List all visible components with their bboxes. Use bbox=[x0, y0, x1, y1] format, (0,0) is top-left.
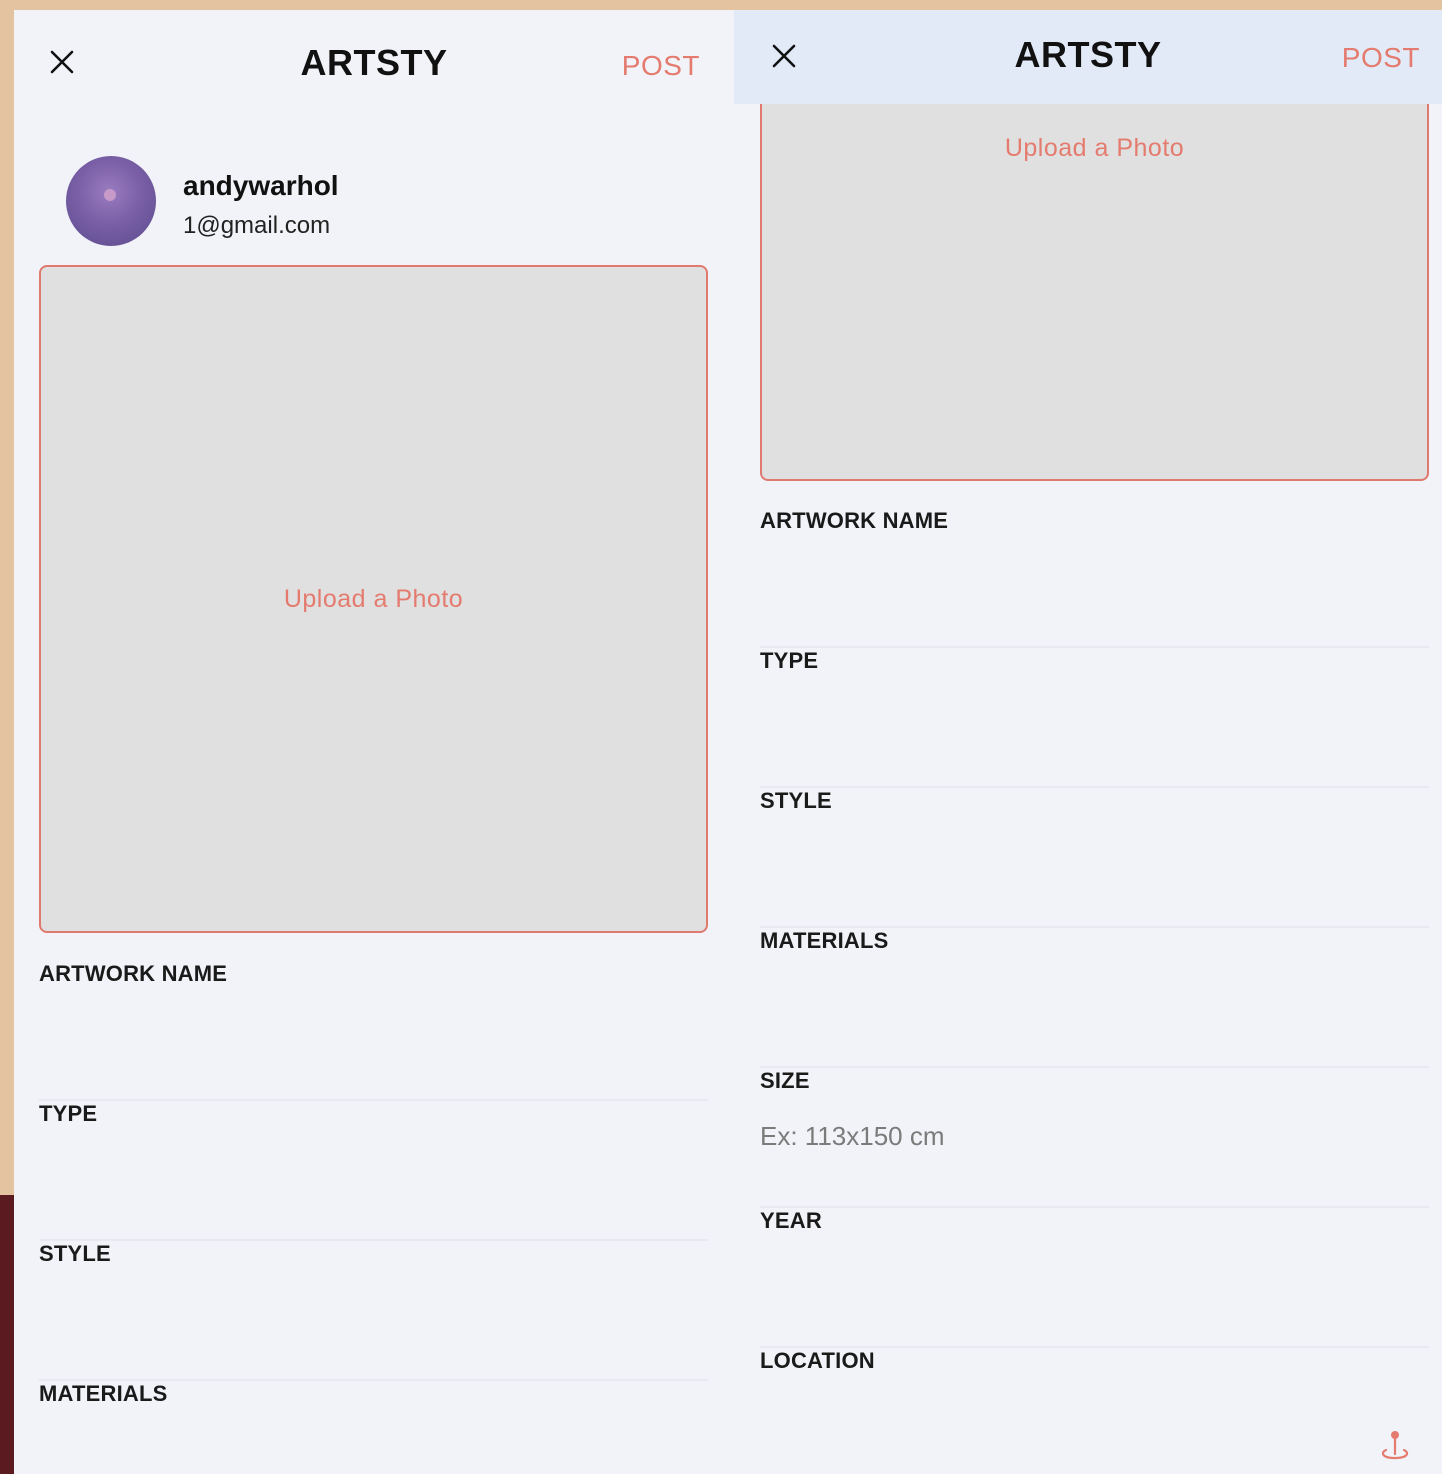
field-materials: MATERIALS bbox=[39, 1381, 708, 1474]
upload-photo-area[interactable]: Upload a Photo bbox=[39, 265, 708, 933]
field-label: TYPE bbox=[39, 1101, 98, 1126]
field-type: TYPE bbox=[760, 648, 1429, 788]
location-pin-icon[interactable] bbox=[1377, 1428, 1413, 1464]
field-artwork-name: ARTWORK NAME bbox=[39, 961, 708, 1101]
field-style: STYLE bbox=[760, 788, 1429, 928]
field-style: STYLE bbox=[39, 1241, 708, 1381]
field-label: STYLE bbox=[39, 1241, 111, 1266]
field-year: YEAR bbox=[760, 1208, 1429, 1348]
header: ARTSTY POST bbox=[14, 10, 734, 104]
user-email: 1@gmail.com bbox=[183, 212, 331, 239]
field-label: LOCATION bbox=[760, 1348, 875, 1373]
field-materials: MATERIALS bbox=[760, 928, 1429, 1068]
field-label: ARTWORK NAME bbox=[39, 961, 228, 986]
artwork-name-input[interactable] bbox=[760, 556, 1429, 596]
type-input[interactable] bbox=[760, 696, 1429, 736]
field-label: MATERIALS bbox=[39, 1381, 168, 1406]
field-label: SIZE bbox=[760, 1068, 810, 1093]
field-type: TYPE bbox=[39, 1101, 708, 1241]
style-input[interactable] bbox=[39, 1289, 708, 1329]
app-title: ARTSTY bbox=[1014, 34, 1162, 75]
header: ARTSTY POST bbox=[734, 10, 1442, 104]
size-input[interactable] bbox=[760, 1116, 1429, 1156]
field-label: ARTWORK NAME bbox=[760, 508, 949, 533]
background-strip bbox=[0, 1195, 14, 1474]
field-label: MATERIALS bbox=[760, 928, 889, 953]
field-size: SIZE bbox=[760, 1068, 1429, 1208]
year-input[interactable] bbox=[760, 1256, 1429, 1296]
post-button[interactable]: POST bbox=[1342, 42, 1420, 74]
avatar bbox=[66, 156, 156, 246]
style-input[interactable] bbox=[760, 836, 1429, 876]
field-label: TYPE bbox=[760, 648, 819, 673]
materials-input[interactable] bbox=[760, 976, 1429, 1016]
artwork-name-input[interactable] bbox=[39, 1009, 708, 1049]
materials-input[interactable] bbox=[39, 1429, 708, 1469]
upload-photo-area[interactable]: Upload a Photo bbox=[760, 90, 1429, 481]
right-screen: ARTSTY POST Upload a Photo ARTWORK NAME … bbox=[734, 10, 1442, 1474]
field-label: STYLE bbox=[760, 788, 832, 813]
post-button[interactable]: POST bbox=[622, 50, 700, 82]
type-input[interactable] bbox=[39, 1149, 708, 1189]
field-label: YEAR bbox=[760, 1208, 822, 1233]
upload-photo-label: Upload a Photo bbox=[1004, 134, 1185, 162]
username: andywarhol bbox=[183, 170, 339, 201]
upload-photo-label: Upload a Photo bbox=[283, 585, 464, 613]
left-screen: ARTSTY POST andywarhol 1@gmail.com Uploa… bbox=[14, 10, 734, 1474]
field-artwork-name: ARTWORK NAME bbox=[760, 508, 1429, 648]
location-input[interactable] bbox=[760, 1396, 1360, 1436]
field-location: LOCATION bbox=[760, 1348, 1429, 1474]
